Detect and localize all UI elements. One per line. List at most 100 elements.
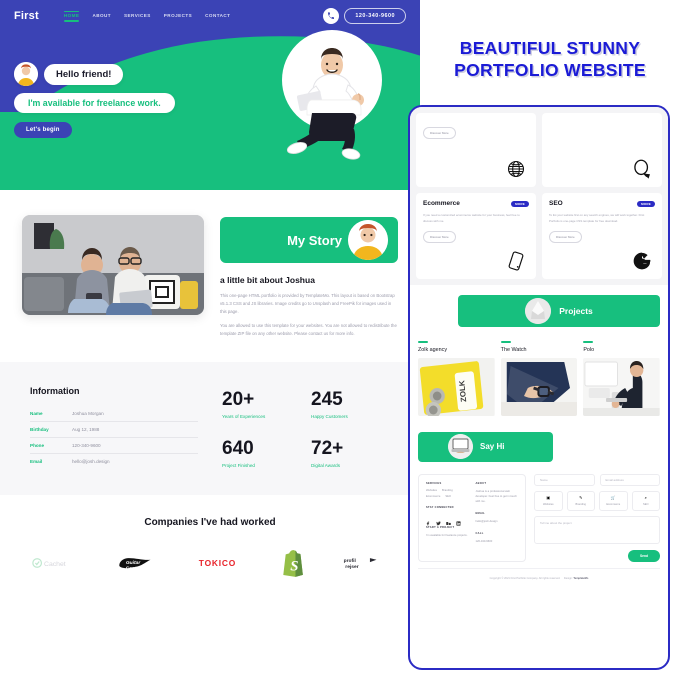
lets-begin-button[interactable]: Let's begin bbox=[14, 122, 72, 138]
device-scroll-content: Discover More Ecommerce MORE If you need… bbox=[410, 107, 668, 596]
phone-number-button[interactable]: 120-340-9600 bbox=[344, 8, 406, 24]
mobile-icon bbox=[506, 251, 526, 271]
nav-item-services[interactable]: SERVICES bbox=[124, 13, 151, 19]
svg-text:Cachet: Cachet bbox=[44, 561, 66, 568]
projects-banner: Projects bbox=[458, 295, 660, 327]
nav-item-projects[interactable]: PROJECTS bbox=[164, 13, 192, 19]
logo-tokico: TOKICO bbox=[198, 550, 246, 576]
call-heading: CALL bbox=[475, 532, 484, 536]
service-card-seo[interactable]: SEO MORE To list your website first on a… bbox=[542, 193, 662, 279]
option-branding[interactable]: ✎ Branding bbox=[566, 490, 595, 511]
brand-logo[interactable]: First bbox=[14, 10, 39, 22]
svg-text:TOKICO: TOKICO bbox=[199, 558, 236, 568]
svg-text:rejser: rejser bbox=[345, 564, 358, 570]
information-title: Information bbox=[30, 385, 80, 396]
phone-icon[interactable] bbox=[323, 8, 340, 24]
twitter-icon[interactable] bbox=[436, 513, 441, 525]
discover-more-button-ecommerce[interactable]: Discover More bbox=[423, 231, 456, 244]
about-text: Joshua is a professional web developer. … bbox=[475, 489, 517, 503]
hero-copy: Hello friend! I'm available for freelanc… bbox=[14, 62, 175, 138]
service-card-2[interactable] bbox=[542, 113, 662, 187]
story-banner: My Story bbox=[220, 217, 398, 263]
message-textarea[interactable]: Tell me about the project bbox=[534, 515, 660, 544]
start-project-heading: START A PROJECT bbox=[426, 525, 455, 529]
form-row-identity: Name Email address bbox=[534, 473, 660, 486]
story-section: My Story a little bit about Joshua This … bbox=[0, 190, 420, 362]
service-chip-websites[interactable]: Websites bbox=[426, 489, 437, 492]
stat-projects-number: 640 bbox=[222, 438, 254, 460]
info-row-birthday: Birthday Aug 12, 1988 bbox=[30, 422, 198, 438]
service-card-ecommerce[interactable]: Ecommerce MORE If you need a customized … bbox=[416, 193, 536, 279]
call-value[interactable]: 120-340-9600 bbox=[476, 539, 519, 544]
logo-shopify: S bbox=[282, 549, 306, 577]
project-accent-dash bbox=[500, 341, 511, 343]
contact-info-col-left: SERVICES Websites Branding Ecommerce SEO… bbox=[426, 482, 469, 554]
companies-logos: Cachet Guitar Center TOKICO S profil rejse… bbox=[20, 549, 400, 577]
greeting-bubble: Hello friend! bbox=[44, 63, 124, 85]
name-input[interactable]: Name bbox=[534, 473, 595, 486]
project-card-zolk[interactable]: Zolk agency ZOLK bbox=[418, 341, 495, 416]
info-value-name: Joshua Morgan bbox=[72, 410, 104, 416]
project-accent-dash bbox=[583, 341, 594, 343]
facebook-icon[interactable] bbox=[426, 513, 431, 525]
service-chip-branding[interactable]: Branding bbox=[442, 489, 453, 492]
svg-text:Guitar: Guitar bbox=[126, 560, 142, 566]
service-chip-ecommerce[interactable]: Ecommerce bbox=[426, 495, 440, 498]
service-card-1[interactable]: Discover More bbox=[416, 113, 536, 187]
navbar: First HOME ABOUT SERVICES PROJECTS CONTA… bbox=[0, 0, 420, 32]
info-value-phone: 120-340-9600 bbox=[72, 442, 101, 448]
left-website-preview: First HOME ABOUT SERVICES PROJECTS CONTA… bbox=[0, 0, 420, 680]
stat-years: 20+ Years of Experiences bbox=[222, 390, 301, 420]
companies-section: Companies I've had worked Cachet Guitar C… bbox=[0, 494, 420, 602]
google-g-icon bbox=[632, 251, 652, 271]
hero-avatar bbox=[14, 62, 38, 86]
contact-section: Say Hi SERVICES Websites Branding Ecomme… bbox=[410, 423, 668, 596]
option-seo[interactable]: ⌕ SEO bbox=[631, 490, 660, 511]
option-websites[interactable]: ▣ Websites bbox=[534, 490, 563, 511]
email-input[interactable]: Email address bbox=[599, 473, 660, 486]
discover-more-button-seo[interactable]: Discover More bbox=[549, 231, 582, 244]
story-paragraph-2: You are allowed to use this template for… bbox=[220, 322, 397, 336]
start-project-text: I'm available for freelance projects. bbox=[426, 533, 468, 537]
form-options: ▣ Websites ✎ Branding 🛒 Ecommerce ⌕ SEO bbox=[534, 490, 660, 511]
option-ecommerce[interactable]: 🛒 Ecommerce bbox=[599, 490, 628, 511]
email-heading: EMAIL bbox=[475, 511, 486, 515]
service-chip-seo[interactable]: SEO bbox=[445, 495, 451, 498]
footer-design-label: Design: bbox=[563, 576, 573, 580]
send-button[interactable]: Send bbox=[627, 549, 660, 562]
footer-design-name[interactable]: TemplateMo bbox=[573, 577, 588, 580]
discover-more-button-1[interactable]: Discover More bbox=[423, 127, 456, 139]
stat-years-number: 20+ bbox=[222, 388, 255, 410]
story-image bbox=[22, 215, 204, 315]
linkedin-icon[interactable] bbox=[456, 513, 461, 526]
svg-text:profil: profil bbox=[344, 558, 357, 564]
project-thumb-watch bbox=[500, 357, 578, 416]
info-key-name: Name bbox=[30, 410, 43, 416]
project-card-watch[interactable]: The Watch bbox=[500, 341, 578, 416]
hero-section: First HOME ABOUT SERVICES PROJECTS CONTA… bbox=[0, 0, 420, 190]
headline-line-2: PORTFOLIO WEBSITE bbox=[454, 59, 646, 80]
nav-item-home[interactable]: HOME bbox=[63, 10, 80, 22]
badge-ecommerce: MORE bbox=[511, 201, 529, 207]
email-value[interactable]: hello@josh.design bbox=[476, 519, 519, 524]
stat-projects-label: Project Finished bbox=[222, 463, 255, 469]
services-heading: SERVICES bbox=[426, 481, 442, 485]
info-row-name: Name Joshua Morgan bbox=[30, 406, 198, 422]
service-body-seo: To list your website first on any search… bbox=[549, 213, 645, 223]
contact-form: Name Email address ▣ Websites ✎ Branding bbox=[534, 473, 660, 562]
monitor-icon: ▣ bbox=[546, 494, 551, 500]
nav-item-about[interactable]: ABOUT bbox=[92, 13, 111, 19]
social-links bbox=[426, 513, 469, 526]
story-paragraph-1: This one-page HTML portfolio is provided… bbox=[220, 293, 395, 314]
availability-bubble: I'm available for freelance work. bbox=[14, 93, 175, 113]
story-banner-title: My Story bbox=[287, 232, 342, 248]
option-label-branding: Branding bbox=[575, 502, 586, 506]
contact-banner: Say Hi bbox=[418, 431, 553, 462]
info-row-phone: Phone 120-340-9600 bbox=[30, 438, 198, 454]
info-key-email: Email bbox=[30, 458, 43, 464]
behance-icon[interactable] bbox=[446, 513, 451, 525]
nav-item-contact[interactable]: CONTACT bbox=[205, 13, 230, 19]
stat-customers-label: Happy Customers bbox=[311, 413, 348, 419]
project-thumb-polo bbox=[583, 357, 660, 416]
project-card-polo[interactable]: Polo bbox=[583, 341, 660, 416]
